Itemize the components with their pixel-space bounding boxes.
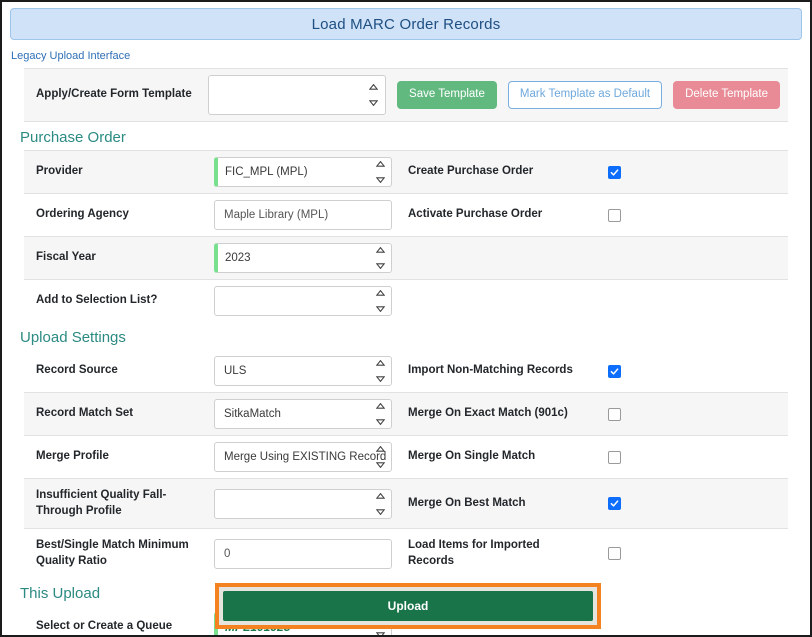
- merge-profile-field: Merge Using EXISTING Record: [214, 436, 406, 478]
- section-heading-purchase-order: Purchase Order: [20, 129, 810, 146]
- section-heading-upload-settings: Upload Settings: [20, 329, 810, 346]
- checkbox[interactable]: [608, 408, 621, 421]
- save-template-button[interactable]: Save Template: [397, 81, 497, 109]
- create-purchase-order-checkbox-cell: [596, 151, 788, 193]
- best-single-match-minimum-quality-ratio-value: 0: [224, 548, 230, 560]
- checkbox[interactable]: [608, 365, 621, 378]
- checkbox[interactable]: [608, 209, 621, 222]
- checkbox[interactable]: [608, 497, 621, 510]
- merge-on-exact-match-901c-label: Merge On Exact Match (901c): [406, 393, 596, 435]
- page-title: Load MARC Order Records: [312, 16, 501, 33]
- merge-profile-select[interactable]: Merge Using EXISTING Record: [214, 442, 392, 472]
- fiscal-year-value: 2023: [225, 252, 251, 264]
- import-non-matching-records-checkbox-cell: [596, 350, 788, 392]
- template-buttons-cell: Save Template Mark Template as Default D…: [393, 69, 788, 121]
- merge-on-best-match-label: Merge On Best Match: [406, 479, 596, 528]
- fiscal-year-label: Fiscal Year: [24, 237, 214, 279]
- form-row-provider: Provider FIC_MPL (MPL) Create Purchase Ord…: [24, 150, 788, 194]
- ordering-agency-field: Maple Library (MPL): [214, 194, 406, 236]
- best-single-match-minimum-quality-ratio-label: Best/Single Match Minimum Quality Ratio: [24, 529, 214, 578]
- record-source-field: ULS: [214, 350, 406, 392]
- record-source-label: Record Source: [24, 350, 214, 392]
- fiscal-year-select[interactable]: 2023: [214, 243, 392, 273]
- legacy-link-wrap: Legacy Upload Interface: [2, 40, 810, 68]
- template-button-row: Save Template Mark Template as Default D…: [393, 81, 780, 109]
- provider-label: Provider: [24, 151, 214, 193]
- select-spinner-icon: [375, 360, 385, 382]
- merge-on-single-match-label: Merge On Single Match: [406, 436, 596, 478]
- activate-purchase-order-label: Activate Purchase Order: [406, 194, 596, 236]
- legacy-upload-interface-link[interactable]: Legacy Upload Interface: [11, 50, 130, 62]
- add-to-selection-list-select[interactable]: [214, 286, 392, 316]
- merge-profile-label: Merge Profile: [24, 436, 214, 478]
- insufficient-quality-fall-through-profile-label: Insufficient Quality Fall-Through Profil…: [24, 479, 214, 528]
- create-purchase-order-label: Create Purchase Order: [406, 151, 596, 193]
- record-match-set-select[interactable]: SitkaMatch: [214, 399, 392, 429]
- delete-template-button[interactable]: Delete Template: [673, 81, 780, 109]
- form-row-insufficient-quality-fall-through-profile: Insufficient Quality Fall-Through Profil…: [24, 478, 788, 529]
- select-spinner-icon: [369, 84, 379, 106]
- queue-label: Select or Create a Queue: [24, 606, 214, 637]
- form-row-record-source: Record Source ULS Import Non-Matching Reco…: [24, 350, 788, 392]
- apply-create-form-template-row: Apply/Create Form Template Save Template…: [24, 68, 788, 122]
- insufficient-quality-fall-through-profile-field: [214, 479, 406, 528]
- purchase-order-rows: Provider FIC_MPL (MPL) Create Purchase Ord…: [2, 150, 810, 322]
- activate-purchase-order-checkbox-cell: [596, 194, 788, 236]
- right-empty-label: [406, 280, 596, 322]
- ordering-agency-value: Maple Library (MPL): [224, 209, 328, 221]
- form-row-record-match-set: Record Match Set SitkaMatch Merge On Exact…: [24, 392, 788, 436]
- record-source-select[interactable]: ULS: [214, 356, 392, 386]
- upload-settings-rows: Record Source ULS Import Non-Matching Reco…: [2, 350, 810, 578]
- select-spinner-icon: [375, 403, 385, 425]
- checkbox[interactable]: [608, 166, 621, 179]
- ordering-agency-input[interactable]: Maple Library (MPL): [214, 200, 392, 230]
- merge-on-exact-match-901c-checkbox-cell: [596, 393, 788, 435]
- best-single-match-minimum-quality-ratio-field: 0: [214, 529, 406, 578]
- form-row-merge-profile: Merge Profile Merge Using EXISTING Record…: [24, 436, 788, 478]
- provider-field: FIC_MPL (MPL): [214, 151, 406, 193]
- best-single-match-minimum-quality-ratio-input[interactable]: 0: [214, 539, 392, 569]
- record-source-value: ULS: [224, 365, 246, 377]
- select-spinner-icon: [375, 161, 385, 183]
- select-spinner-icon: [375, 290, 385, 312]
- record-match-set-field: SitkaMatch: [214, 393, 406, 435]
- right-empty-cell: [596, 280, 788, 322]
- upload-button[interactable]: Upload: [223, 591, 593, 621]
- provider-value: FIC_MPL (MPL): [225, 166, 308, 178]
- mark-template-as-default-button[interactable]: Mark Template as Default: [508, 81, 662, 109]
- select-spinner-icon: [375, 446, 385, 468]
- merge-on-single-match-checkbox-cell: [596, 436, 788, 478]
- import-non-matching-records-label: Import Non-Matching Records: [406, 350, 596, 392]
- merge-profile-value: Merge Using EXISTING Record: [224, 451, 386, 463]
- insufficient-quality-fall-through-profile-select[interactable]: [214, 489, 392, 519]
- form-template-select[interactable]: [208, 75, 386, 115]
- upload-button-highlight: Upload: [215, 583, 601, 629]
- ordering-agency-label: Ordering Agency: [24, 194, 214, 236]
- provider-select[interactable]: FIC_MPL (MPL): [214, 157, 392, 187]
- right-empty-label: [406, 237, 596, 279]
- form-row-best-single-match-minimum-quality-ratio: Best/Single Match Minimum Quality Ratio 0…: [24, 529, 788, 578]
- select-spinner-icon: [375, 493, 385, 515]
- merge-on-best-match-checkbox-cell: [596, 479, 788, 528]
- apply-create-form-template-field: [208, 69, 393, 121]
- checkbox[interactable]: [608, 451, 621, 464]
- record-match-set-value: SitkaMatch: [224, 408, 281, 420]
- form-row-add-to-selection-list: Add to Selection List?: [24, 280, 788, 322]
- load-marc-order-records-page: Load MARC Order Records Legacy Upload In…: [0, 0, 812, 637]
- add-to-selection-list-label: Add to Selection List?: [24, 280, 214, 322]
- checkbox[interactable]: [608, 547, 621, 560]
- select-spinner-icon: [375, 247, 385, 269]
- right-empty-cell: [596, 237, 788, 279]
- apply-create-form-template-label: Apply/Create Form Template: [24, 69, 208, 121]
- load-items-for-imported-records-checkbox-cell: [596, 529, 788, 578]
- form-row-ordering-agency: Ordering Agency Maple Library (MPL) Activa…: [24, 194, 788, 236]
- load-items-for-imported-records-label: Load Items for Imported Records: [406, 529, 596, 578]
- window-titlebar: Load MARC Order Records: [10, 8, 802, 40]
- add-to-selection-list-field: [214, 280, 406, 322]
- form-row-fiscal-year: Fiscal Year 2023: [24, 236, 788, 280]
- fiscal-year-field: 2023: [214, 237, 406, 279]
- record-match-set-label: Record Match Set: [24, 393, 214, 435]
